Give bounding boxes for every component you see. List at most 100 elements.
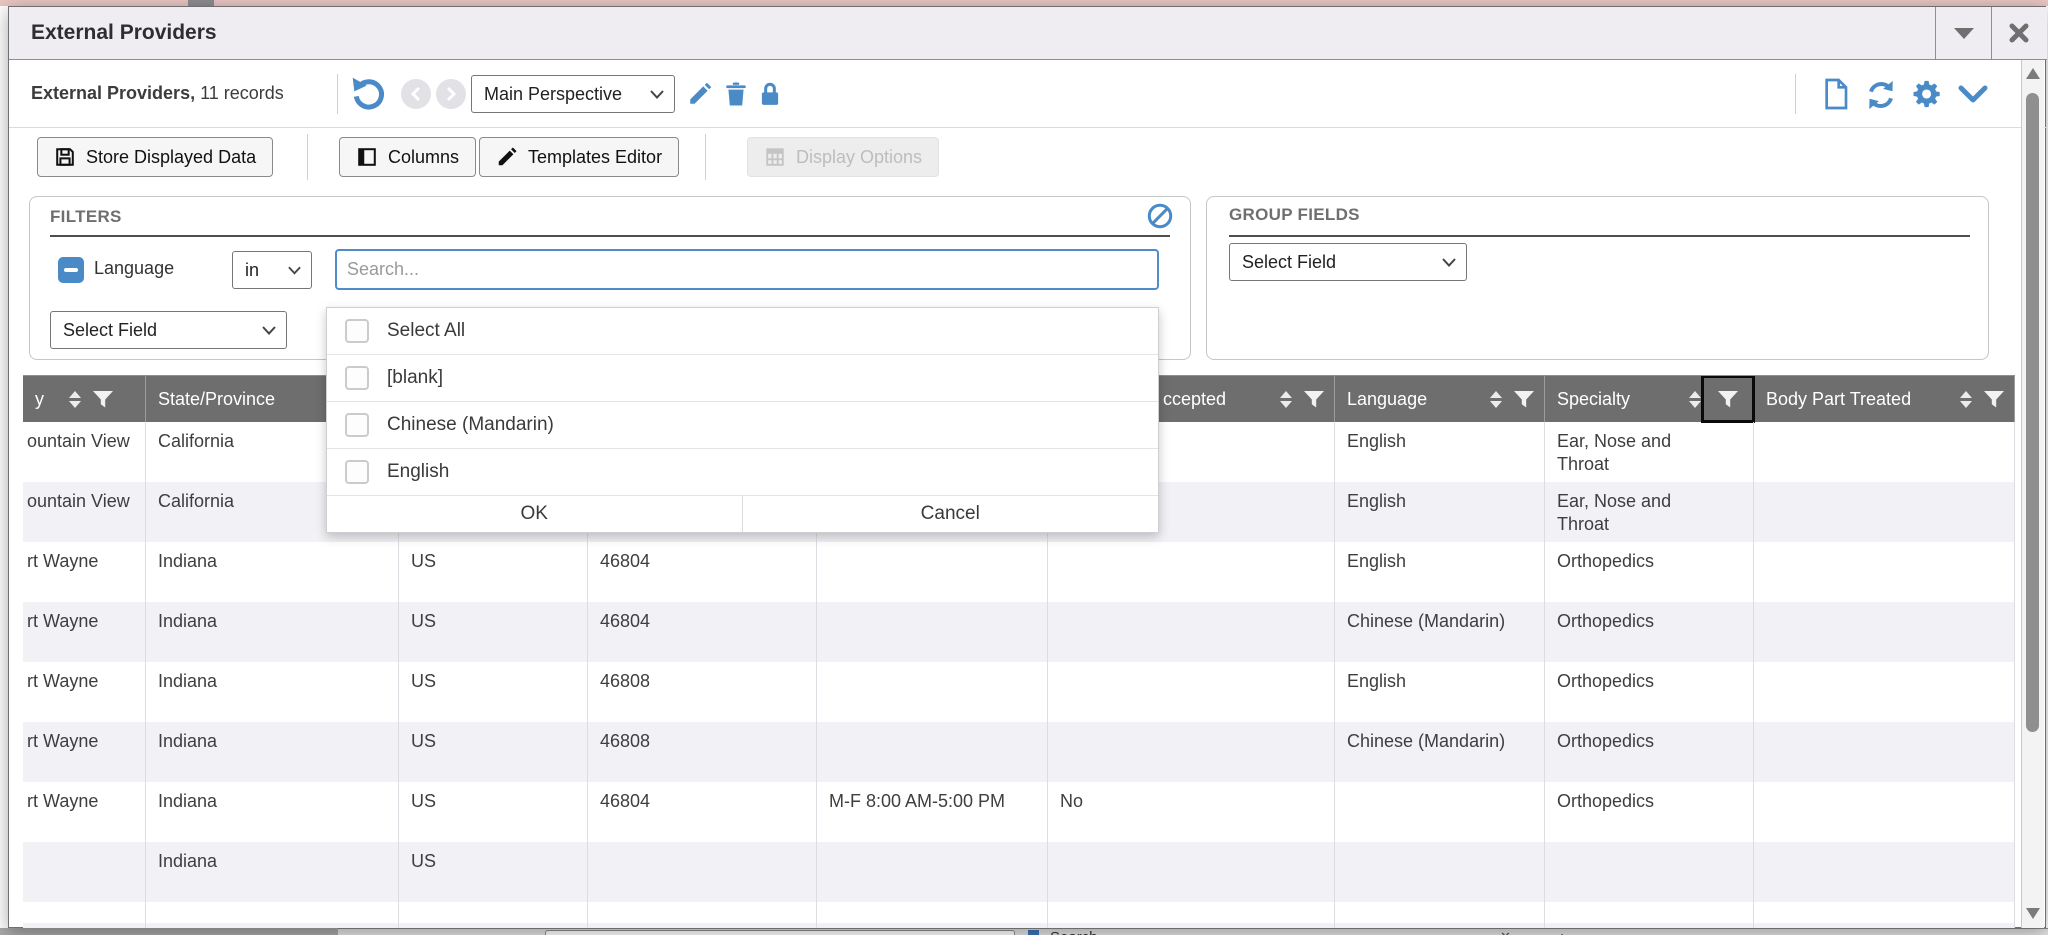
filter-funnel-icon-accepted[interactable]: [1304, 391, 1324, 408]
filter-funnel-icon-city[interactable]: [93, 391, 113, 408]
cell-zip: [588, 923, 817, 928]
sort-asc-icon: [1490, 391, 1502, 398]
export-button[interactable]: [1821, 78, 1851, 115]
filter-search-input[interactable]: [335, 249, 1159, 290]
cancel-button[interactable]: Cancel: [743, 496, 1159, 532]
columns-button[interactable]: Columns: [339, 137, 476, 177]
refresh-icon: [1865, 79, 1897, 111]
actions-divider: [307, 134, 308, 180]
scrollbar-thumb[interactable]: [2026, 93, 2039, 732]
lock-icon: [757, 81, 783, 107]
scroll-down-icon[interactable]: [2026, 908, 2040, 919]
dropdown-option[interactable]: Chinese (Mandarin): [327, 402, 1158, 449]
cell-state: [146, 902, 399, 923]
group-field-select[interactable]: Select Field: [1229, 243, 1467, 281]
filter-enabled-checkbox[interactable]: [58, 257, 84, 283]
filter-operator-select[interactable]: in: [232, 251, 312, 289]
cell-accepted: [1048, 602, 1335, 662]
filter-field-label: Language: [94, 258, 174, 279]
sort-icon[interactable]: [1960, 391, 1972, 408]
cell-body: [1754, 923, 2015, 928]
table-row[interactable]: rt WayneIndianaUS46808EnglishOrthopedics: [23, 662, 2015, 722]
sort-icon[interactable]: [69, 391, 81, 408]
sort-icon[interactable]: [1490, 391, 1502, 408]
perspective-select[interactable]: Main Perspective: [471, 75, 675, 113]
history-forward-button[interactable]: [436, 79, 466, 109]
cell-body: [1754, 902, 2015, 923]
funnel-icon: [93, 391, 113, 408]
dropdown-option[interactable]: [blank]: [327, 355, 1158, 402]
cell-city: ountain View: [23, 422, 146, 482]
behind-close-icon: ✕: [1500, 929, 1511, 935]
dropdown-option[interactable]: English: [327, 449, 1158, 496]
filter-funnel-icon-body[interactable]: [1984, 391, 2004, 408]
behind-search-input[interactable]: [545, 930, 1015, 935]
behind-page-bottom-bar: Search ✕ ⌂: [0, 928, 2048, 935]
refresh-button[interactable]: [1865, 79, 1897, 116]
actions-divider: [705, 134, 706, 180]
table-row[interactable]: IndianaUS: [23, 842, 2015, 902]
dropdown-option-label: Chinese (Mandarin): [387, 414, 554, 436]
clear-filters-button[interactable]: [1146, 202, 1174, 235]
filter-funnel-icon-specialty-focused[interactable]: [1701, 375, 1755, 423]
checkbox-unchecked[interactable]: [345, 460, 369, 484]
select-chevron-icon: [650, 90, 664, 99]
indeterminate-dash-icon: [64, 268, 78, 272]
store-displayed-data-button[interactable]: Store Displayed Data: [37, 137, 273, 177]
dialog-scrollbar[interactable]: [2021, 60, 2044, 928]
select-chevron-icon: [1442, 258, 1456, 267]
collapse-toolbar-button[interactable]: [1957, 85, 1989, 110]
filters-heading: FILTERS: [50, 207, 122, 227]
sort-icon[interactable]: [1280, 391, 1292, 408]
column-label-state: State/Province: [158, 389, 275, 410]
dropdown-option-label: Select All: [387, 320, 465, 342]
checkbox-unchecked[interactable]: [345, 319, 369, 343]
chevron-left-icon: [410, 86, 422, 102]
cell-language: Chinese (Mandarin): [1335, 722, 1545, 782]
cell-specialty: Ear, Nose and Throat: [1545, 422, 1754, 482]
dropdown-buttons: OK Cancel: [327, 496, 1158, 532]
cell-specialty: Orthopedics: [1545, 602, 1754, 662]
column-label-city: y: [35, 389, 44, 410]
cell-language: English: [1335, 482, 1545, 542]
cell-hours: [817, 842, 1048, 902]
table-row[interactable]: rt WayneIndianaUS46804EnglishOrthopedics: [23, 542, 2015, 602]
table-row[interactable]: rt WayneIndianaUS46804M-F 8:00 AM-5:00 P…: [23, 782, 2015, 842]
cell-specialty: Orthopedics: [1545, 542, 1754, 602]
column-label-specialty: Specialty: [1557, 389, 1630, 410]
dropdown-option-select-all[interactable]: Select All: [327, 308, 1158, 355]
records-count-label: External Providers, 11 records: [31, 60, 284, 127]
settings-button[interactable]: [1911, 78, 1943, 115]
templates-editor-button[interactable]: Templates Editor: [479, 137, 679, 177]
undo-button[interactable]: [349, 74, 393, 114]
cell-language: [1335, 923, 1545, 928]
table-row[interactable]: [23, 902, 2015, 923]
cell-body: [1754, 602, 2015, 662]
checkbox-unchecked[interactable]: [345, 413, 369, 437]
dialog-close-button[interactable]: [1991, 7, 2046, 59]
history-back-button[interactable]: [401, 79, 431, 109]
funnel-icon: [1718, 391, 1738, 408]
table-row[interactable]: rt WayneIndianaUS46804Chinese (Mandarin)…: [23, 602, 2015, 662]
ok-button[interactable]: OK: [327, 496, 743, 532]
add-filter-field-select[interactable]: Select Field: [50, 311, 287, 349]
cell-accepted: [1048, 542, 1335, 602]
edit-perspective-button[interactable]: [687, 81, 713, 112]
columns-icon: [356, 146, 378, 168]
delete-perspective-button[interactable]: [723, 81, 749, 112]
cell-zip: 46808: [588, 722, 817, 782]
cell-body: [1754, 782, 2015, 842]
lock-perspective-button[interactable]: [757, 81, 783, 112]
cell-city: rt Wayne: [23, 542, 146, 602]
dialog-menu-button[interactable]: [1935, 7, 1991, 59]
checkbox-unchecked[interactable]: [345, 366, 369, 390]
scroll-up-icon[interactable]: [2026, 68, 2040, 79]
cell-accepted: No: [1048, 782, 1335, 842]
cell-accepted: [1048, 902, 1335, 923]
table-row[interactable]: rt WayneIndianaUS46808Chinese (Mandarin)…: [23, 722, 2015, 782]
cell-accepted: [1048, 842, 1335, 902]
select-chevron-icon: [262, 326, 276, 335]
table-row[interactable]: [23, 923, 2015, 928]
sort-icon[interactable]: [1689, 391, 1701, 408]
filter-funnel-icon-language[interactable]: [1514, 391, 1534, 408]
